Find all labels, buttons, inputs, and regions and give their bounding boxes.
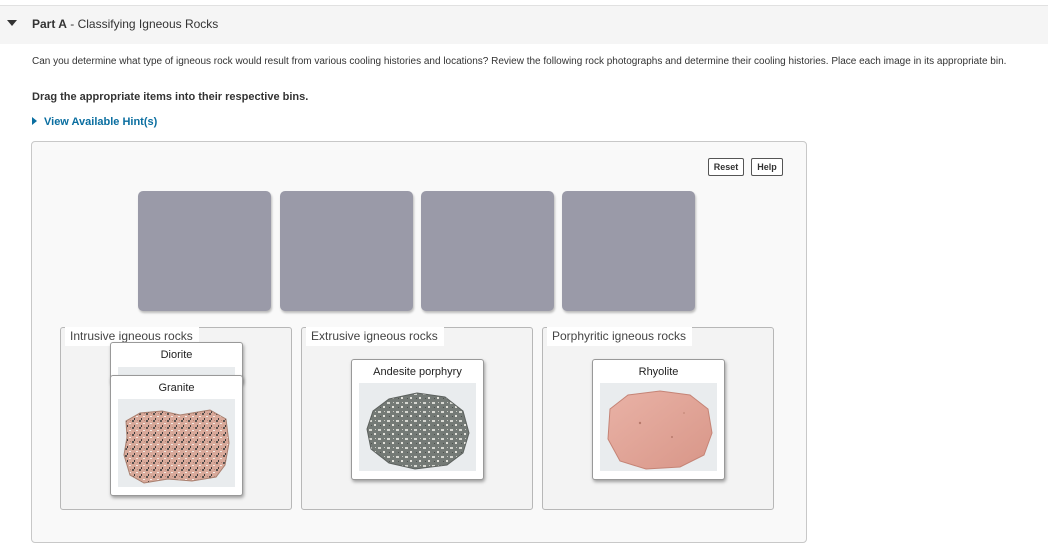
empty-slot[interactable] — [280, 191, 413, 311]
card-label: Granite — [158, 382, 195, 394]
card-granite[interactable]: Granite — [110, 375, 243, 496]
card-label: Rhyolite — [638, 366, 679, 378]
empty-slot[interactable] — [421, 191, 554, 311]
part-name: Classifying Igneous Rocks — [77, 17, 219, 31]
instruction-text: Drag the appropriate items into their re… — [32, 91, 309, 103]
card-rhyolite[interactable]: Rhyolite — [592, 359, 725, 480]
bin-extrusive[interactable]: Extrusive igneous rocks Andesite porphyr… — [301, 327, 533, 510]
granite-photo — [118, 399, 235, 487]
bin-intrusive[interactable]: Intrusive igneous rocks Diorite Granite — [60, 327, 292, 510]
part-separator: - — [66, 17, 78, 31]
view-hints-label: View Available Hint(s) — [44, 116, 158, 128]
empty-slot[interactable] — [562, 191, 695, 311]
view-hints-link[interactable]: View Available Hint(s) — [32, 116, 157, 128]
part-label: Part A — [32, 17, 67, 31]
empty-slot[interactable] — [138, 191, 271, 311]
part-title: Part A - Classifying Igneous Rocks — [32, 17, 218, 31]
bin-label: Porphyritic igneous rocks — [547, 327, 693, 346]
bin-label: Extrusive igneous rocks — [306, 327, 444, 346]
andesite-porphyry-photo — [359, 383, 476, 471]
card-label: Andesite porphyry — [373, 366, 462, 378]
bin-porphyritic[interactable]: Porphyritic igneous rocks Rhyolite — [542, 327, 774, 510]
collapse-caret-icon[interactable] — [7, 20, 17, 26]
help-button[interactable]: Help — [751, 158, 783, 176]
intro-text: Can you determine what type of igneous r… — [32, 56, 1007, 67]
reset-button[interactable]: Reset — [708, 158, 744, 176]
expand-triangle-icon — [32, 117, 37, 125]
card-label: Diorite — [160, 349, 193, 361]
rhyolite-photo — [600, 383, 717, 471]
card-andesite-porphyry[interactable]: Andesite porphyry — [351, 359, 484, 480]
